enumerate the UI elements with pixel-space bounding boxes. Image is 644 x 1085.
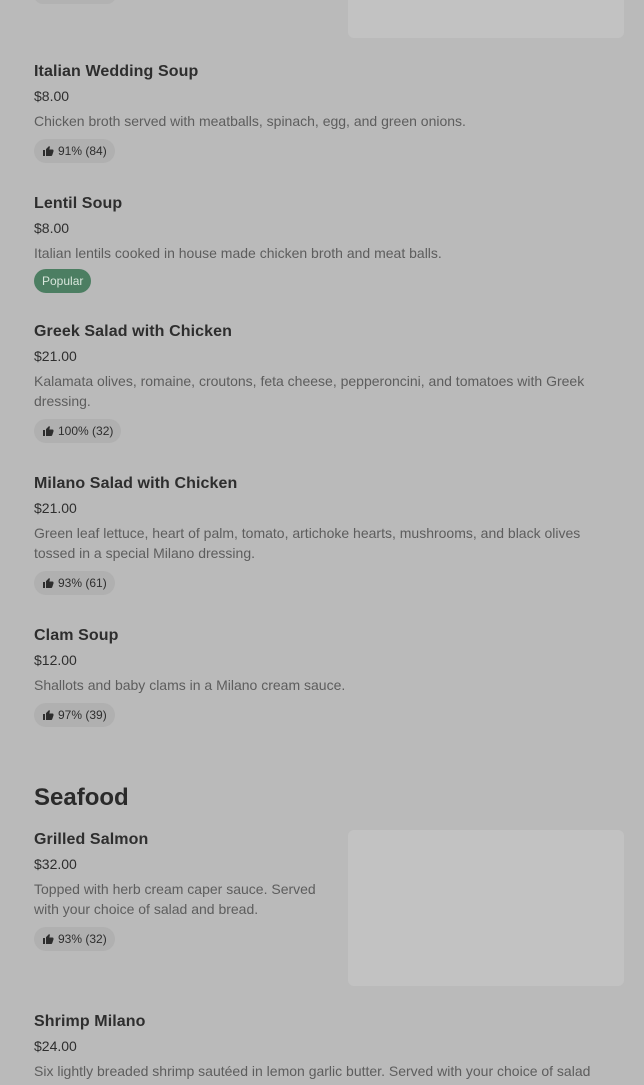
menu-item[interactable]: Shrimp Milano $24.00 Six lightly breaded… bbox=[34, 1012, 614, 1081]
menu-item-name: Greek Salad with Chicken bbox=[34, 323, 233, 340]
rating-text: 93% (32) bbox=[58, 932, 107, 946]
menu-item-name: Milano Salad with Chicken bbox=[34, 475, 238, 492]
menu-item[interactable]: Milano Salad with Chicken $21.00 Green l… bbox=[34, 474, 614, 595]
rating-text: 91% (84) bbox=[58, 144, 107, 158]
menu-item-description: Italian lentils cooked in house made chi… bbox=[34, 245, 442, 261]
menu-item[interactable]: Grilled Salmon $32.00 Topped with herb c… bbox=[34, 830, 334, 951]
menu-item-name: Shrimp Milano bbox=[34, 1013, 146, 1030]
menu-item-description: Six lightly breaded shrimp sautéed in le… bbox=[34, 1063, 591, 1079]
menu-item-description: Kalamata olives, romaine, croutons, feta… bbox=[34, 373, 585, 409]
menu-item[interactable]: Clam Soup $12.00 Shallots and baby clams… bbox=[34, 626, 614, 727]
thumbs-up-icon bbox=[42, 145, 54, 157]
rating-badge bbox=[34, 0, 116, 4]
rating-text: 93% (61) bbox=[58, 576, 107, 590]
thumbs-up-icon bbox=[42, 933, 54, 945]
menu-item-image[interactable] bbox=[348, 830, 624, 986]
menu-item[interactable]: Italian Wedding Soup $8.00 Chicken broth… bbox=[34, 62, 614, 163]
menu-item-name: Italian Wedding Soup bbox=[34, 63, 199, 80]
menu-item-image[interactable] bbox=[348, 0, 624, 38]
menu-item-price: $32.00 bbox=[34, 856, 77, 872]
menu-item-name: Clam Soup bbox=[34, 627, 119, 644]
menu-item-name: Lentil Soup bbox=[34, 195, 123, 212]
menu-item-price: $21.00 bbox=[34, 500, 77, 516]
rating-text: 97% (39) bbox=[58, 708, 107, 722]
menu-page: Italian Wedding Soup $8.00 Chicken broth… bbox=[0, 0, 644, 1085]
menu-item[interactable]: Lentil Soup $8.00 Italian lentils cooked… bbox=[34, 194, 614, 293]
thumbs-up-icon bbox=[42, 425, 54, 437]
menu-item-price: $21.00 bbox=[34, 348, 77, 364]
rating-badge: 97% (39) bbox=[34, 703, 115, 727]
menu-item-description: Shallots and baby clams in a Milano crea… bbox=[34, 677, 346, 693]
menu-item-price: $8.00 bbox=[34, 220, 70, 236]
menu-item[interactable]: Greek Salad with Chicken $21.00 Kalamata… bbox=[34, 322, 614, 443]
section-title-seafood: Seafood bbox=[34, 784, 129, 811]
rating-badge: 93% (61) bbox=[34, 571, 115, 595]
menu-item-description: Green leaf lettuce, heart of palm, tomat… bbox=[34, 525, 581, 561]
thumbs-up-icon bbox=[42, 577, 54, 589]
rating-badge: 93% (32) bbox=[34, 927, 115, 951]
rating-text: 100% (32) bbox=[58, 424, 114, 438]
rating-badge: 100% (32) bbox=[34, 419, 122, 443]
menu-item-description: Chicken broth served with meatballs, spi… bbox=[34, 113, 466, 129]
menu-item-name: Grilled Salmon bbox=[34, 831, 149, 848]
rating-badge: 91% (84) bbox=[34, 139, 115, 163]
menu-item-description: Topped with herb cream caper sauce. Serv… bbox=[34, 881, 316, 917]
menu-item-price: $24.00 bbox=[34, 1038, 77, 1054]
thumbs-up-icon bbox=[42, 709, 54, 721]
popular-badge: Popular bbox=[34, 269, 92, 293]
menu-item-price: $12.00 bbox=[34, 652, 77, 668]
menu-item-price: $8.00 bbox=[34, 88, 70, 104]
